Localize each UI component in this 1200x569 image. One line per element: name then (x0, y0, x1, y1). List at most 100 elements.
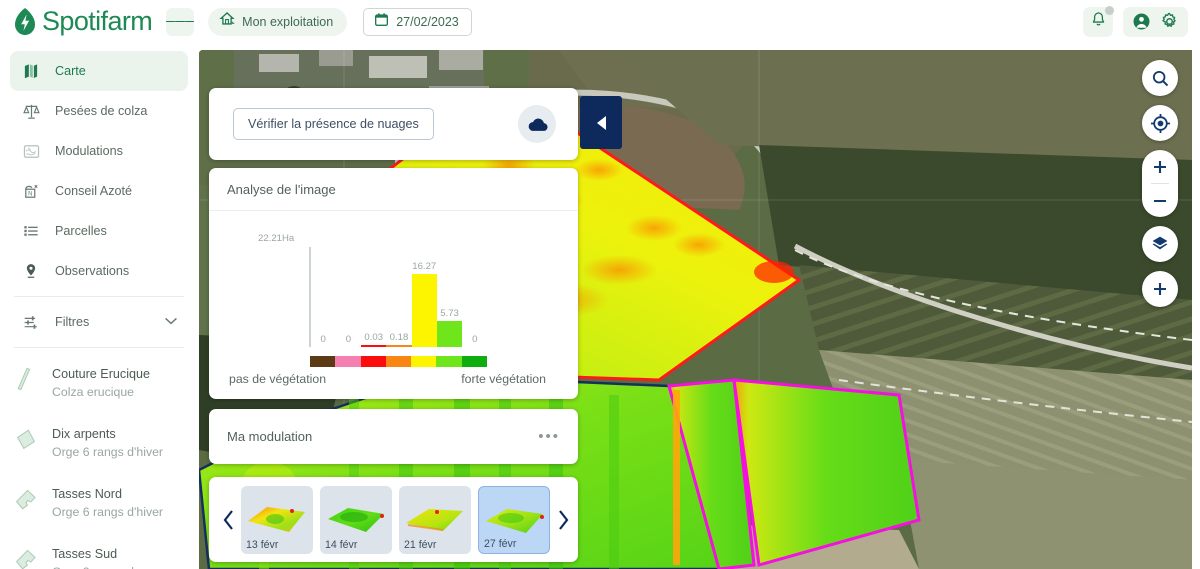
image-analysis-panel: Analyse de l'image 22.21Ha 0 0 0.03 0.18 16.… (209, 168, 578, 399)
map-add-button[interactable] (1142, 271, 1178, 307)
sidebar-item-modulations[interactable]: Modulations (10, 131, 188, 171)
header-actions (1083, 5, 1188, 37)
chart-bars: 0 0 0.03 0.18 16.27 5.73 0 (311, 247, 488, 347)
user-account-icon[interactable] (1132, 12, 1151, 31)
carousel-thumbnail-date: 27 févr (484, 537, 517, 550)
cloud-icon (518, 105, 556, 143)
carousel-thumbnail[interactable]: 13 févr (241, 485, 313, 554)
carousel-thumbnail-date: 13 févr (246, 538, 279, 551)
parcel-crop: Orge 2 rangs de (52, 565, 141, 569)
chart-bar-fill (386, 345, 412, 347)
chart-bar: 0 (336, 247, 361, 347)
pin-icon (20, 262, 42, 280)
triangle-left (596, 115, 606, 130)
carousel-thumbnail[interactable]: 21 févr (399, 485, 471, 554)
leaf-bolt-logo-icon (12, 7, 38, 37)
sidebar-item-parcelles[interactable]: Parcelles (10, 211, 188, 251)
sidebar: Carte Pesées de colza Modulations N Cons… (0, 43, 199, 569)
sidebar-item-observations[interactable]: Observations (10, 251, 188, 291)
list-icon (20, 222, 42, 240)
ndvi-thumbnail-image (403, 499, 467, 537)
parcel-shape-icon (14, 365, 40, 398)
chart-color-legend-strip (310, 356, 487, 367)
sidebar-filters-section: Filtres (0, 302, 198, 342)
map-zoom-in-button[interactable] (1142, 150, 1178, 183)
chart-bar: 5.73 (436, 247, 463, 347)
list-item[interactable]: Tasses Sud Orge 2 rangs de (0, 533, 198, 569)
hamburger-menu-icon[interactable] (166, 7, 195, 36)
sidebar-item-pesees-de-colza[interactable]: Pesées de colza (10, 91, 188, 131)
parcel-list: Couture Erucique Colza erucique Dix arpe… (0, 353, 198, 569)
sidebar-item-label: Carte (55, 64, 86, 78)
parcel-crop: Colza erucique (52, 385, 135, 399)
sidebar-item-conseil-azote[interactable]: N Conseil Azoté (10, 171, 188, 211)
sidebar-nav: Carte Pesées de colza Modulations N Cons… (0, 43, 198, 291)
chart-ymax-label: 22.21Ha (258, 233, 295, 244)
carousel-thumbnail-date: 14 févr (325, 538, 358, 551)
date-carousel-panel: 13 févr 14 févr 21 févr 27 févr (209, 477, 578, 562)
farm-name-label: Mon exploitation (242, 14, 334, 29)
chart-bar-value: 0.18 (389, 332, 409, 344)
ndvi-histogram-chart: 22.21Ha 0 0 0.03 0.18 16.27 5.73 0 pas de végé… (209, 211, 578, 399)
sidebar-item-label: Pesées de colza (55, 104, 148, 118)
chart-bar-value: 0 (320, 334, 326, 345)
sidebar-item-filtres[interactable]: Filtres (10, 302, 188, 342)
sidebar-divider-bottom (14, 347, 184, 348)
legend-color-swatch (411, 356, 437, 367)
parcel-name: Couture Erucique (52, 367, 151, 381)
parcel-crop: Orge 6 rangs d'hiver (52, 445, 164, 459)
parcel-name: Tasses Nord (52, 487, 122, 501)
modulation-map-icon (20, 142, 42, 161)
legend-color-swatch (461, 356, 487, 367)
ndvi-thumbnail-image (324, 499, 388, 537)
farm-selector-pill[interactable]: Mon exploitation (208, 7, 348, 36)
chart-bar: 0.18 (386, 247, 412, 347)
carousel-next-button[interactable] (550, 509, 576, 531)
map-zoom-out-button[interactable] (1142, 184, 1178, 217)
chart-bar-fill (361, 345, 387, 347)
map-locate-button[interactable] (1142, 105, 1178, 141)
calendar-icon (374, 12, 389, 32)
chart-bar-fill (436, 321, 463, 347)
more-options-icon[interactable]: ••• (538, 428, 560, 445)
chart-bar-fill (411, 273, 437, 347)
map-icon (20, 62, 42, 80)
list-item[interactable]: Couture Erucique Colza erucique (0, 353, 198, 413)
collapse-panel-left-icon[interactable] (580, 96, 622, 149)
cloud-check-panel: Vérifier la présence de nuages (209, 88, 578, 160)
sidebar-item-label: Parcelles (55, 224, 107, 238)
sidebar-divider-top (14, 296, 184, 297)
carousel-thumbnail[interactable]: 27 févr (478, 485, 550, 554)
chevron-down-icon[interactable] (164, 315, 178, 329)
app-header: Spotifarm Mon exploitation 27/02/2023 (0, 0, 1200, 43)
chart-bar-value: 0.03 (364, 332, 384, 344)
chart-bar-value: 16.27 (412, 260, 437, 272)
sidebar-item-carte[interactable]: Carte (10, 51, 188, 91)
chart-bar: 0.03 (361, 247, 387, 347)
legend-label-high: forte végétation (461, 372, 546, 386)
sidebar-item-label: Observations (55, 264, 130, 278)
gear-icon[interactable] (1160, 12, 1179, 31)
panel-title: Ma modulation (227, 428, 313, 444)
brand-name: Spotifarm (42, 6, 153, 36)
list-item[interactable]: Dix arpents Orge 6 rangs d'hiver (0, 413, 198, 473)
check-clouds-button[interactable]: Vérifier la présence de nuages (233, 108, 434, 140)
map-controls (1140, 60, 1180, 307)
notifications-button[interactable] (1083, 5, 1114, 37)
legend-color-swatch (385, 356, 412, 367)
chart-bar: 0 (311, 247, 336, 347)
chart-legend-labels: pas de végétation forte végétation (227, 372, 560, 386)
carousel-thumbnail[interactable]: 14 févr (320, 485, 392, 554)
list-item[interactable]: Tasses Nord Orge 6 rangs d'hiver (0, 473, 198, 533)
carousel-prev-button[interactable] (215, 509, 241, 531)
parcel-name: Tasses Sud (52, 547, 118, 561)
scale-icon (20, 102, 42, 121)
brand-logo[interactable]: Spotifarm (12, 6, 153, 37)
date-picker[interactable]: 27/02/2023 (363, 7, 472, 36)
map-layers-button[interactable] (1142, 226, 1178, 262)
panel-title: Analyse de l'image (227, 181, 336, 197)
legend-color-swatch (436, 356, 462, 367)
map-search-button[interactable] (1142, 60, 1178, 96)
sidebar-item-label: Filtres (55, 315, 90, 329)
parcel-shape-icon (14, 425, 40, 458)
